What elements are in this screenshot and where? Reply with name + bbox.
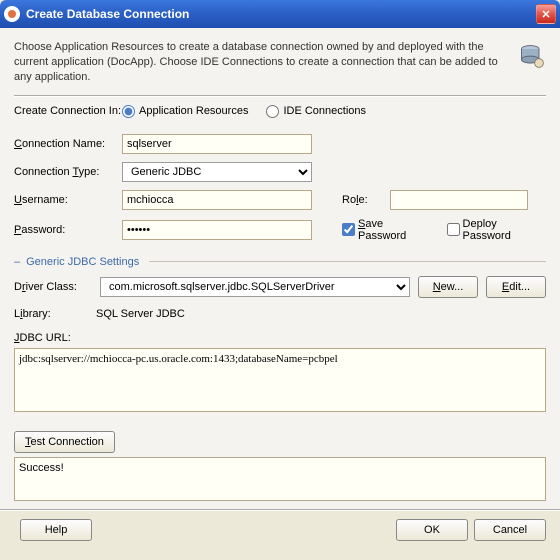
help-button[interactable]: Help [20, 519, 92, 541]
radio-ide-connections-label: IDE Connections [283, 105, 366, 117]
radio-ide-connections[interactable]: IDE Connections [266, 105, 366, 118]
jdbc-url-label: JDBC URL: [14, 332, 546, 344]
connection-type-select[interactable]: Generic JDBC [122, 162, 312, 182]
conn-type-label: Connection Type: [14, 166, 122, 178]
jdbc-url-input[interactable] [14, 348, 546, 412]
deploy-password-label: Deploy Password [463, 218, 546, 242]
title-bar: Create Database Connection ✕ [0, 0, 560, 28]
library-value: SQL Server JDBC [92, 306, 546, 322]
test-connection-button[interactable]: Test Connection [14, 431, 115, 453]
username-label: Username: [14, 194, 122, 206]
app-icon [4, 6, 20, 22]
role-label: Role: [342, 194, 390, 206]
create-in-label: Create Connection In: [14, 105, 122, 117]
library-label: Library: [14, 308, 92, 320]
test-result-box: Success! [14, 457, 546, 501]
close-icon[interactable]: ✕ [536, 4, 556, 24]
driver-class-select[interactable]: com.microsoft.sqlserver.jdbc.SQLServerDr… [100, 277, 410, 297]
connection-name-input[interactable] [122, 134, 312, 154]
role-input[interactable] [390, 190, 528, 210]
new-driver-button[interactable]: New... [418, 276, 478, 298]
ok-button[interactable]: OK [396, 519, 468, 541]
dialog-footer: Help OK Cancel [0, 509, 560, 549]
edit-driver-button[interactable]: Edit... [486, 276, 546, 298]
window-title: Create Database Connection [26, 7, 536, 21]
save-password-checkbox[interactable]: Save Password [342, 218, 433, 242]
jdbc-section-title: Generic JDBC Settings [26, 256, 139, 268]
save-password-label: Save Password [358, 218, 433, 242]
radio-app-resources-label: Application Resources [139, 105, 248, 117]
password-input[interactable] [122, 220, 312, 240]
radio-app-resources[interactable]: Application Resources [122, 105, 248, 118]
driver-class-label: Driver Class: [14, 281, 92, 293]
database-icon [518, 42, 546, 70]
password-label: Password: [14, 224, 122, 236]
collapse-icon[interactable]: – [14, 256, 20, 268]
intro-section: Choose Application Resources to create a… [14, 36, 546, 97]
cancel-button[interactable]: Cancel [474, 519, 546, 541]
deploy-password-checkbox[interactable]: Deploy Password [447, 218, 546, 242]
intro-text: Choose Application Resources to create a… [14, 40, 508, 85]
username-input[interactable] [122, 190, 312, 210]
conn-name-label: Connection Name: [14, 138, 122, 150]
jdbc-section-header: – Generic JDBC Settings [14, 256, 546, 268]
